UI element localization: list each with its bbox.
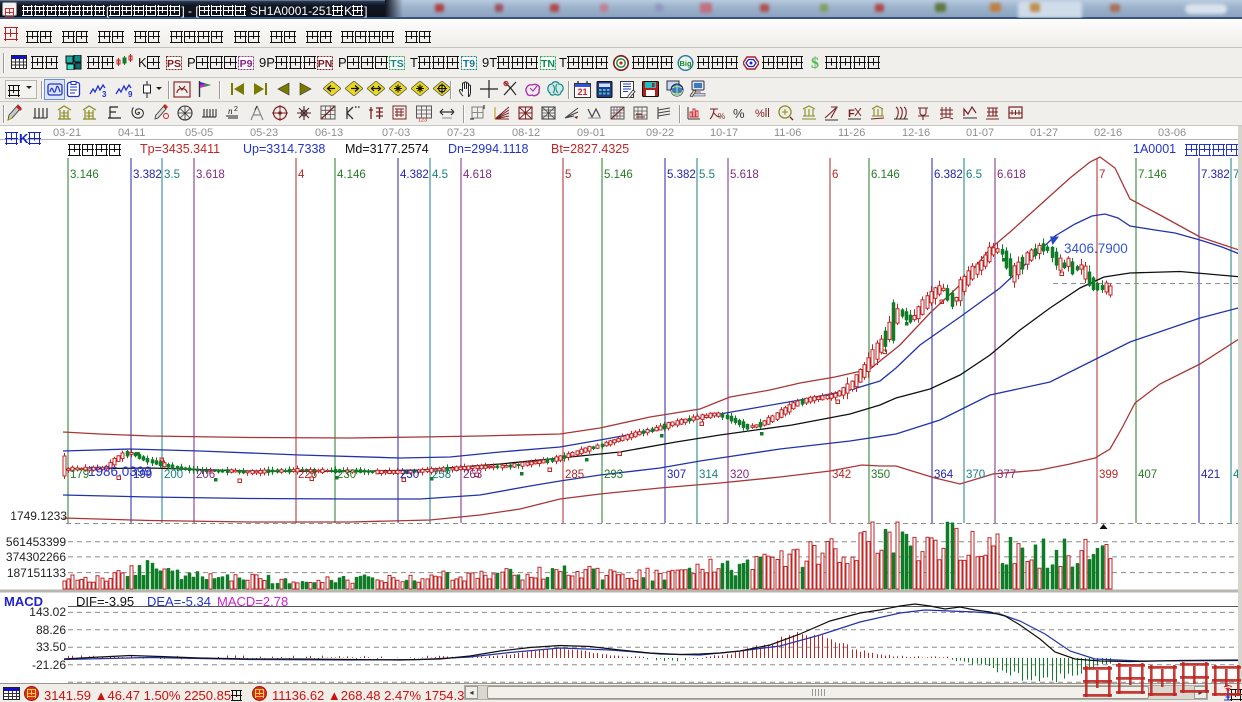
svg-text:421: 421 (1201, 469, 1220, 481)
svg-text:143.02: 143.02 (29, 605, 66, 619)
svg-text:293: 293 (604, 469, 623, 481)
svg-text:4: 4 (298, 169, 305, 181)
svg-text:3.5: 3.5 (164, 169, 180, 181)
svg-text:1986.0399: 1986.0399 (88, 464, 152, 479)
svg-text:6.382: 6.382 (934, 169, 963, 181)
svg-text:320: 320 (730, 469, 749, 481)
svg-text:407: 407 (1138, 469, 1157, 481)
svg-text:5.146: 5.146 (604, 169, 633, 181)
svg-text:4.382: 4.382 (400, 169, 429, 181)
svg-text:250: 250 (400, 469, 419, 481)
svg-text:230: 230 (337, 469, 356, 481)
svg-text:187151133: 187151133 (7, 566, 67, 580)
svg-text:4.146: 4.146 (337, 169, 366, 181)
svg-text:258: 258 (432, 469, 451, 481)
svg-text:350: 350 (871, 469, 890, 481)
svg-text:7.382: 7.382 (1201, 169, 1230, 181)
svg-text:5.5: 5.5 (699, 169, 715, 181)
svg-text:263: 263 (463, 469, 482, 481)
svg-text:5: 5 (565, 169, 571, 181)
svg-text:5.382: 5.382 (667, 169, 696, 181)
svg-text:3.146: 3.146 (70, 169, 99, 181)
svg-text:88.26: 88.26 (36, 623, 66, 637)
svg-text:33.50: 33.50 (36, 640, 66, 654)
svg-text:1749.1233: 1749.1233 (10, 509, 67, 523)
svg-text:5.618: 5.618 (730, 169, 759, 181)
svg-text:-21.26: -21.26 (32, 658, 66, 672)
svg-text:364: 364 (934, 469, 954, 481)
svg-text:342: 342 (832, 469, 851, 481)
svg-text:3.618: 3.618 (196, 169, 225, 181)
svg-text:377: 377 (997, 469, 1016, 481)
svg-text:7.146: 7.146 (1138, 169, 1167, 181)
svg-text:561453399: 561453399 (6, 535, 66, 549)
svg-text:7: 7 (1099, 169, 1105, 181)
svg-text:6: 6 (832, 169, 838, 181)
svg-text:374302266: 374302266 (6, 550, 66, 564)
svg-text:307: 307 (667, 469, 686, 481)
svg-text:6.618: 6.618 (997, 169, 1026, 181)
svg-text:3406.7900: 3406.7900 (1064, 241, 1128, 256)
svg-text:206: 206 (196, 469, 215, 481)
svg-text:4.618: 4.618 (463, 169, 492, 181)
svg-text:200: 200 (164, 469, 183, 481)
svg-text:314: 314 (699, 469, 719, 481)
svg-text:399: 399 (1099, 469, 1118, 481)
svg-text:3.382: 3.382 (133, 169, 162, 181)
svg-text:285: 285 (565, 469, 584, 481)
svg-text:4.5: 4.5 (432, 169, 448, 181)
svg-text:179: 179 (70, 469, 89, 481)
svg-text:226: 226 (298, 469, 317, 481)
svg-text:370: 370 (966, 469, 985, 481)
svg-text:6.146: 6.146 (871, 169, 900, 181)
svg-text:6.5: 6.5 (966, 169, 982, 181)
